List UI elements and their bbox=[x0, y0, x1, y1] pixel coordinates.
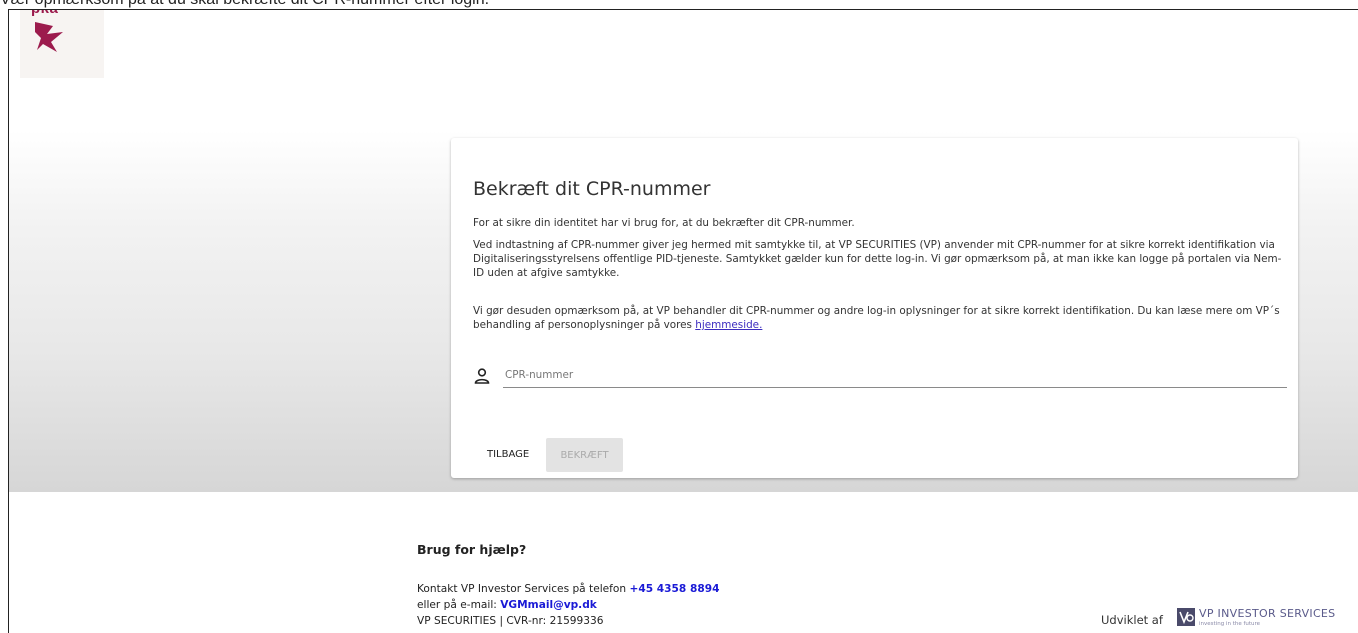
cpr-field bbox=[473, 363, 1287, 393]
confirm-button[interactable]: BEKRÆFT bbox=[546, 438, 623, 472]
card-title: Bekræft dit CPR-nummer bbox=[473, 178, 711, 200]
vp-logo-icon bbox=[1177, 608, 1195, 626]
pka-logo[interactable]: pka bbox=[20, 10, 104, 78]
back-button[interactable]: TILBAGE bbox=[475, 438, 541, 472]
homepage-link[interactable]: hjemmeside. bbox=[695, 319, 762, 331]
help-email-link[interactable]: VGMmail@vp.dk bbox=[500, 599, 597, 611]
confirm-cpr-card: Bekræft dit CPR-nummer For at sikre din … bbox=[451, 138, 1298, 478]
page-frame: pka Bekræft dit CPR-nummer For at sikre … bbox=[8, 9, 1358, 633]
help-email-line: eller på e-mail: VGMmail@vp.dk bbox=[417, 599, 597, 611]
intro-text: For at sikre din identitet har vi brug f… bbox=[473, 217, 855, 229]
help-phone-line: Kontakt VP Investor Services på telefon … bbox=[417, 583, 719, 595]
privacy-text: Vi gør desuden opmærksom på, at VP behan… bbox=[473, 304, 1283, 332]
developed-by-label: Udviklet af bbox=[1101, 613, 1163, 627]
help-phone-number[interactable]: +45 4358 8894 bbox=[629, 583, 719, 595]
cpr-input[interactable] bbox=[503, 363, 1287, 388]
help-email-prefix: eller på e-mail: bbox=[417, 599, 501, 611]
help-phone-prefix: Kontakt VP Investor Services på telefon bbox=[417, 583, 630, 595]
vp-tagline: investing in the future bbox=[1199, 621, 1261, 627]
help-company-line: VP SECURITIES | CVR-nr: 21599336 bbox=[417, 615, 604, 627]
help-title: Brug for hjælp? bbox=[417, 542, 527, 557]
top-caption: Vær opmærksom på at du skal bekræfte dit… bbox=[0, 0, 1358, 9]
vp-investor-services-name[interactable]: VP INVESTOR SERVICES bbox=[1199, 607, 1335, 620]
privacy-text-body: Vi gør desuden opmærksom på, at VP behan… bbox=[473, 305, 1280, 331]
pka-logo-text: pka bbox=[31, 10, 58, 17]
pka-logo-mark bbox=[35, 22, 63, 52]
person-icon bbox=[474, 368, 490, 384]
consent-text: Ved indtastning af CPR-nummer giver jeg … bbox=[473, 239, 1282, 279]
